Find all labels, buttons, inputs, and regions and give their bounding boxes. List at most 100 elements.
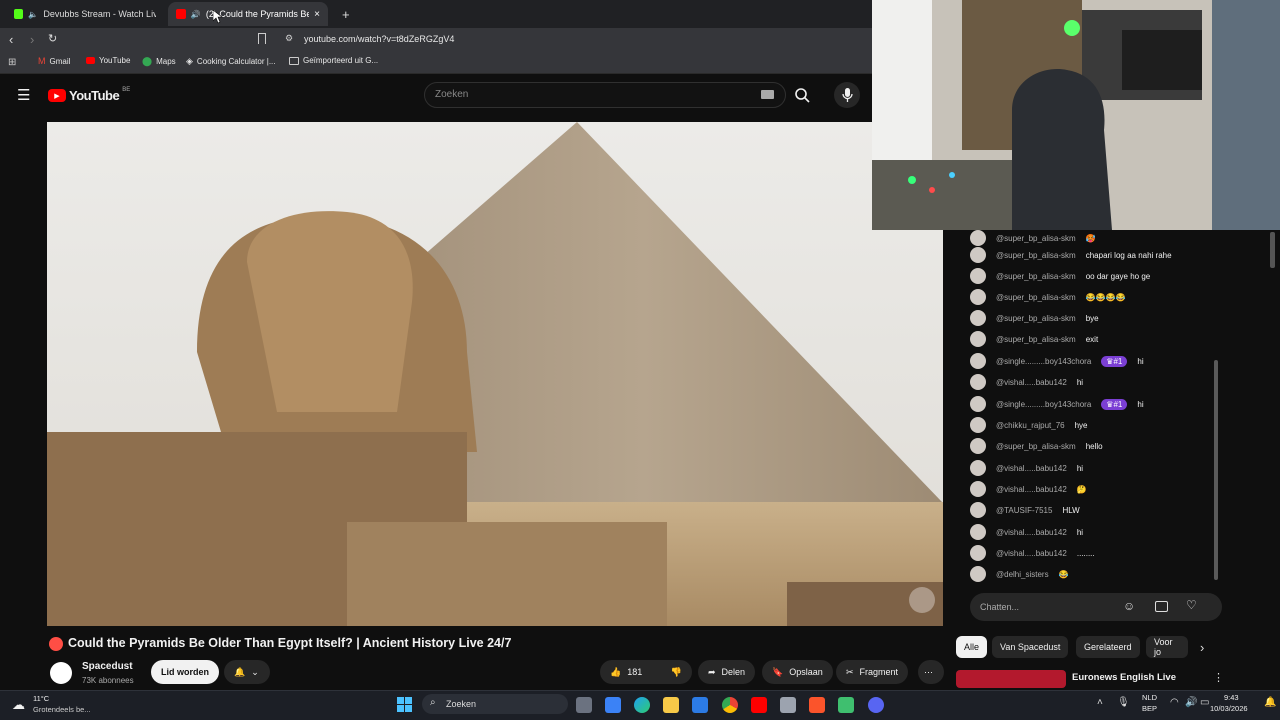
chat-username[interactable]: @TAUSIF-7515 bbox=[996, 506, 1052, 515]
search-input[interactable]: Zoeken bbox=[424, 82, 786, 108]
edge-icon[interactable] bbox=[634, 697, 650, 713]
page-scrollbar[interactable] bbox=[1270, 232, 1275, 268]
url-text[interactable]: youtube.com/watch?v=t8dZeRGZgV4 bbox=[304, 34, 454, 44]
chat-username[interactable]: @vishal.....babu142 bbox=[996, 378, 1067, 387]
chat-message[interactable]: @chikku_rajput_76 hye bbox=[970, 417, 1088, 433]
chat-message[interactable]: @vishal.....babu142 🤔 bbox=[970, 481, 1087, 497]
bookmark-icon[interactable] bbox=[258, 33, 266, 44]
channel-avatar[interactable] bbox=[50, 662, 72, 684]
related-thumbnail[interactable] bbox=[956, 670, 1066, 688]
start-button[interactable] bbox=[397, 697, 412, 712]
microphone-tray-icon[interactable]: 🎙 bbox=[1117, 697, 1130, 708]
emoji-icon[interactable]: ☺ bbox=[1123, 599, 1135, 613]
chrome-icon[interactable] bbox=[722, 697, 738, 713]
tab-devubbs[interactable]: 🔈 Devubbs Stream - Watch Live on bbox=[6, 2, 164, 26]
related-video-title[interactable]: Euronews English Live bbox=[1072, 672, 1176, 683]
chat-avatar[interactable] bbox=[970, 396, 986, 412]
chat-avatar[interactable] bbox=[970, 524, 986, 540]
chat-message[interactable]: @super_bp_alisa-skm 😂😂😂😂 bbox=[970, 289, 1126, 305]
channel-name[interactable]: Spacedust bbox=[82, 661, 133, 672]
chat-avatar[interactable] bbox=[970, 331, 986, 347]
clock-date[interactable]: 10/03/2026 bbox=[1210, 704, 1248, 713]
file-explorer-icon[interactable] bbox=[663, 697, 679, 713]
apps-grid-icon[interactable]: ⊞ bbox=[8, 57, 16, 68]
chat-avatar[interactable] bbox=[970, 268, 986, 284]
chat-message[interactable]: @super_bp_alisa-skm bye bbox=[970, 310, 1099, 326]
chat-username[interactable]: @chikku_rajput_76 bbox=[996, 421, 1065, 430]
wifi-icon[interactable]: ◠ bbox=[1170, 697, 1179, 708]
chat-avatar[interactable] bbox=[970, 247, 986, 263]
chat-message[interactable]: @super_bp_alisa-skm 🥵 bbox=[970, 230, 1096, 246]
weather-temperature[interactable]: 11°C bbox=[33, 694, 49, 703]
chat-username[interactable]: @vishal.....babu142 bbox=[996, 485, 1067, 494]
chat-avatar[interactable] bbox=[970, 417, 986, 433]
outlook-icon[interactable] bbox=[692, 697, 708, 713]
chat-username[interactable]: @single.........boy143chora bbox=[996, 400, 1091, 409]
chat-username[interactable]: @super_bp_alisa-skm bbox=[996, 335, 1076, 344]
bookmark-cooking-calculator[interactable]: ◈ Cooking Calculator |... bbox=[186, 56, 275, 67]
chat-avatar[interactable] bbox=[970, 460, 986, 476]
chat-avatar[interactable] bbox=[970, 310, 986, 326]
chat-avatar[interactable] bbox=[970, 481, 986, 497]
clip-button[interactable]: ✂ Fragment bbox=[836, 660, 909, 684]
thumbs-up-icon[interactable]: 👍 bbox=[610, 667, 621, 678]
chat-avatar[interactable] bbox=[970, 545, 986, 561]
clock-time[interactable]: 9:43 bbox=[1224, 693, 1239, 702]
chat-message[interactable]: @super_bp_alisa-skm oo dar gaye ho ge bbox=[970, 268, 1150, 284]
join-button[interactable]: Lid worden bbox=[151, 660, 219, 684]
chat-username[interactable]: @vishal.....babu142 bbox=[996, 549, 1067, 558]
chat-avatar[interactable] bbox=[970, 353, 986, 369]
voice-search-button[interactable] bbox=[834, 82, 860, 108]
chat-message[interactable]: @TAUSIF-7515 HLW bbox=[970, 502, 1080, 518]
thumbs-down-icon[interactable]: 👎 bbox=[671, 667, 682, 678]
chat-username[interactable]: @super_bp_alisa-skm bbox=[996, 314, 1076, 323]
hamburger-menu-icon[interactable]: ☰ bbox=[17, 86, 30, 104]
notifications-button[interactable]: 🔔 ⌄ bbox=[224, 660, 270, 684]
chat-avatar[interactable] bbox=[970, 566, 986, 582]
chip-from-channel[interactable]: Van Spacedust bbox=[992, 636, 1069, 658]
obs-app-icon[interactable] bbox=[838, 697, 854, 713]
like-count[interactable]: 181 bbox=[627, 667, 642, 677]
chat-message[interactable]: @vishal.....babu142 hi bbox=[970, 524, 1083, 540]
keyboard-layout-indicator[interactable]: BEP bbox=[1142, 704, 1157, 713]
taskbar-search[interactable]: ⌕ Zoeken bbox=[422, 694, 568, 714]
chip-for-you[interactable]: Voor jo bbox=[1146, 636, 1188, 658]
chat-username[interactable]: @super_bp_alisa-skm bbox=[996, 251, 1076, 260]
share-button[interactable]: ➦ Delen bbox=[698, 660, 756, 684]
chat-message[interactable]: @super_bp_alisa-skm exit bbox=[970, 331, 1098, 347]
chat-input[interactable]: Chatten... bbox=[970, 593, 1222, 621]
reload-icon[interactable]: ↻ bbox=[48, 32, 57, 45]
chat-message[interactable]: @single.........boy143chora ♛#1 hi bbox=[970, 396, 1144, 412]
keyboard-icon[interactable] bbox=[761, 90, 774, 99]
chat-username[interactable]: @super_bp_alisa-skm bbox=[996, 442, 1076, 451]
chat-avatar[interactable] bbox=[970, 230, 986, 246]
chat-message[interactable]: @vishal.....babu142........ bbox=[970, 545, 1095, 561]
save-button[interactable]: 🔖 Opslaan bbox=[762, 660, 833, 684]
new-tab-button[interactable]: + bbox=[334, 2, 358, 26]
chat-message[interactable]: @vishal.....babu142 hi bbox=[970, 374, 1083, 390]
chip-all[interactable]: Alle bbox=[956, 636, 988, 658]
close-tab-icon[interactable]: × bbox=[314, 9, 320, 20]
chat-username[interactable]: @vishal.....babu142 bbox=[996, 464, 1067, 473]
weather-icon[interactable]: ☁ bbox=[12, 697, 25, 713]
more-actions-button[interactable]: ⋯ bbox=[918, 660, 944, 684]
chat-username[interactable]: @single.........boy143chora bbox=[996, 357, 1091, 366]
chat-avatar[interactable] bbox=[970, 374, 986, 390]
more-vert-icon[interactable]: ⋮ bbox=[1213, 671, 1224, 684]
chip-related[interactable]: Gerelateerd bbox=[1076, 636, 1140, 658]
tab-youtube-video[interactable]: 🔊 (2) Could the Pyramids Be × bbox=[168, 2, 328, 26]
brave-icon[interactable] bbox=[809, 697, 825, 713]
youtube-app-icon[interactable] bbox=[751, 697, 767, 713]
tray-chevron-up-icon[interactable]: ˄ bbox=[1097, 697, 1103, 708]
bookmark-maps[interactable]: ⬤ Maps bbox=[142, 56, 176, 67]
youtube-logo[interactable]: ▶ YouTube BE bbox=[48, 87, 130, 103]
widgets-icon[interactable] bbox=[605, 697, 621, 713]
chat-message[interactable]: @super_bp_alisa-skm chapari log aa nahi r… bbox=[970, 247, 1172, 263]
site-info-icon[interactable]: ⚙ bbox=[285, 33, 293, 44]
forward-icon[interactable]: › bbox=[30, 32, 34, 47]
bookmark-youtube[interactable]: YouTube bbox=[86, 56, 130, 65]
language-indicator[interactable]: NLD bbox=[1142, 693, 1157, 702]
battery-icon[interactable]: ▭ bbox=[1200, 697, 1209, 708]
volume-icon[interactable]: 🔊 bbox=[1185, 697, 1197, 708]
bookmark-folder-imported[interactable]: Geïmporteerd uit G... bbox=[289, 56, 378, 65]
